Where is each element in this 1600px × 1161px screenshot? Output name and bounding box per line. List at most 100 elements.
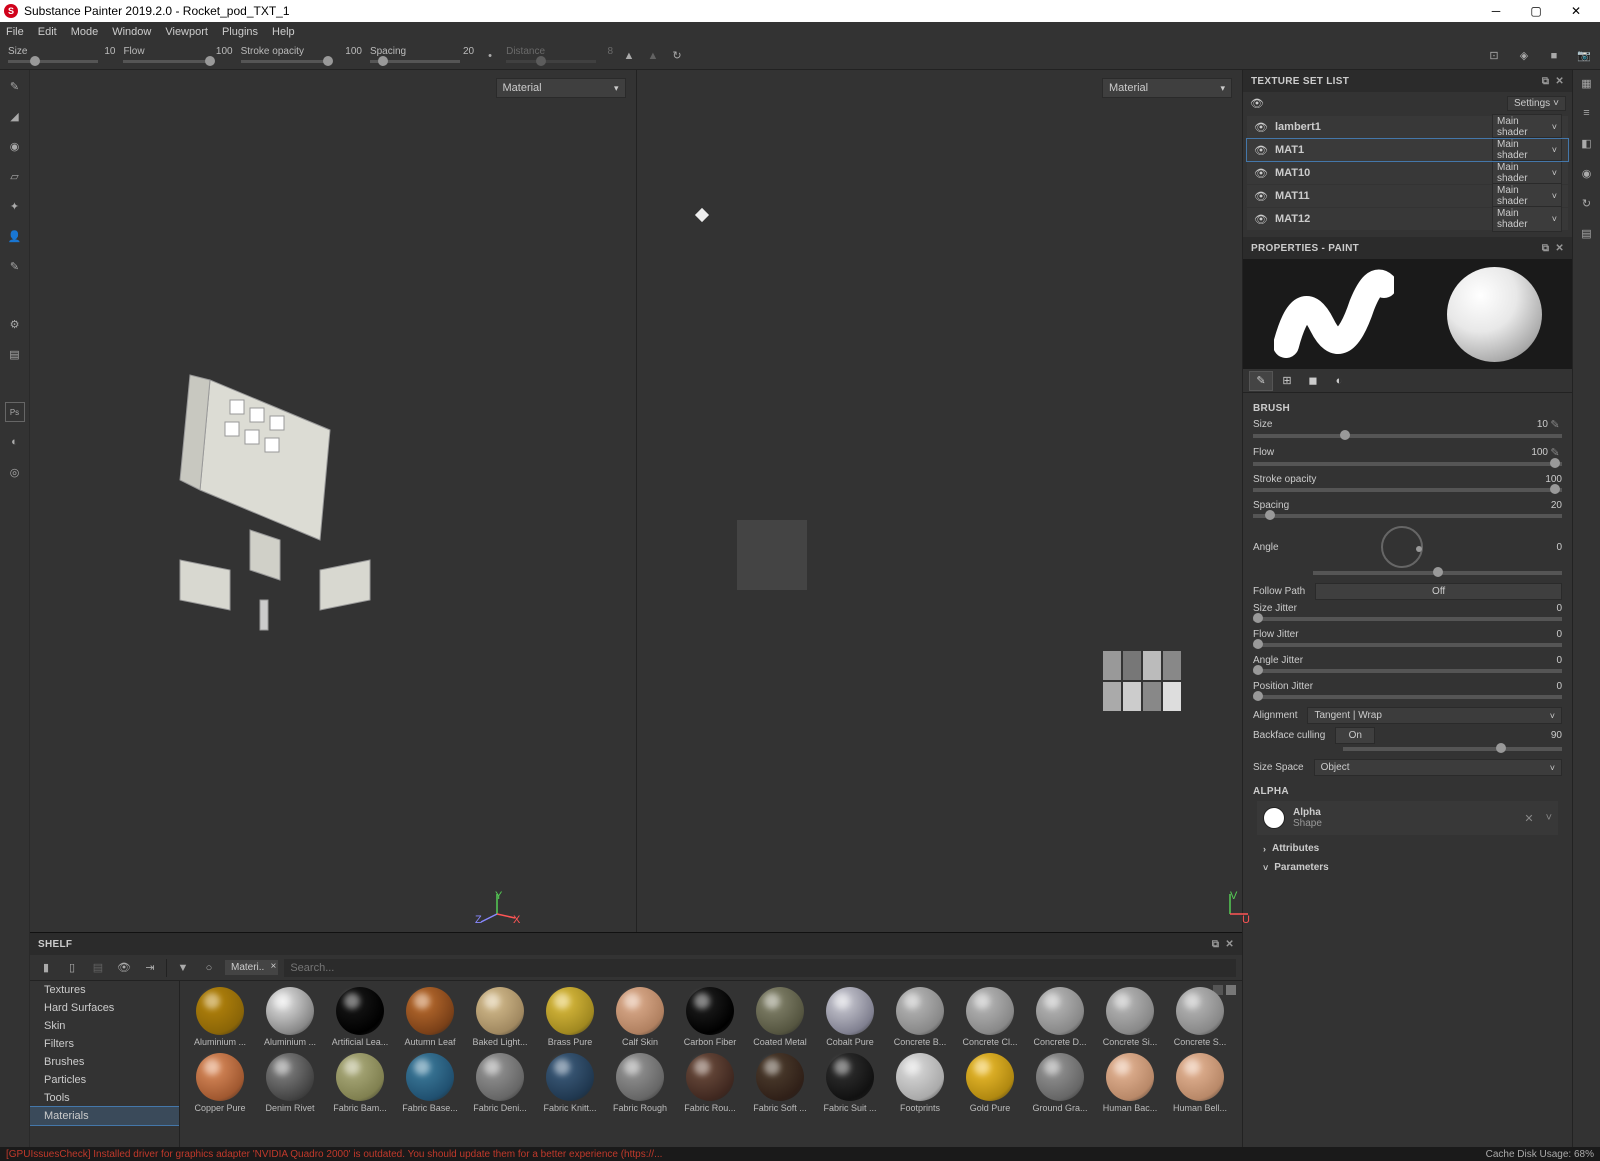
refresh-icon[interactable]: ○ xyxy=(199,958,219,978)
material-item[interactable]: Gold Pure xyxy=(956,1051,1024,1115)
minimize-button[interactable]: ─ xyxy=(1476,0,1516,22)
flow-jitter-slider[interactable] xyxy=(1253,643,1562,647)
material-item[interactable]: Concrete Cl... xyxy=(956,985,1024,1049)
camera-icon[interactable]: ■ xyxy=(1546,48,1562,64)
material-item[interactable]: Concrete B... xyxy=(886,985,954,1049)
bake-icon[interactable]: ▤ xyxy=(5,344,25,364)
shelf-category[interactable]: Tools xyxy=(30,1089,179,1107)
position-jitter-slider[interactable] xyxy=(1253,695,1562,699)
material-item[interactable]: Cobalt Pure xyxy=(816,985,884,1049)
eraser-tool-icon[interactable]: ◢ xyxy=(5,106,25,126)
shelf-close-icon[interactable]: ✕ xyxy=(1225,939,1234,950)
viewport-2d-channel-dropdown[interactable]: Material xyxy=(1102,78,1232,98)
material-item[interactable]: Calf Skin xyxy=(606,985,674,1049)
perspective-icon[interactable]: ⊡ xyxy=(1486,48,1502,64)
material-item[interactable]: Footprints xyxy=(886,1051,954,1115)
material-item[interactable]: Human Bell... xyxy=(1166,1051,1234,1115)
material-item[interactable]: Coated Metal xyxy=(746,985,814,1049)
stencil-tab-icon[interactable]: ◼ xyxy=(1301,371,1325,391)
material-item[interactable]: Fabric Rou... xyxy=(676,1051,744,1115)
props-close-icon[interactable]: ✕ xyxy=(1555,243,1564,254)
backface-slider[interactable] xyxy=(1343,747,1562,751)
clone-tool-icon[interactable]: 👤 xyxy=(5,226,25,246)
tsl-visibility-all-icon[interactable]: 👁 xyxy=(1249,97,1265,110)
alpha-clear-icon[interactable]: ✕ xyxy=(1524,812,1533,825)
chip-close-icon[interactable]: × xyxy=(271,961,277,972)
alignment-dropdown[interactable]: Tangent | Wrap xyxy=(1307,707,1562,724)
brush-tab-icon[interactable]: ✎ xyxy=(1249,371,1273,391)
material-item[interactable]: Aluminium ... xyxy=(186,985,254,1049)
tsl-popout-icon[interactable]: ⧉ xyxy=(1542,76,1549,87)
lazy-mouse-icon[interactable]: ↻ xyxy=(669,48,685,64)
alpha-tab-icon[interactable]: ⊞ xyxy=(1275,371,1299,391)
visibility-icon[interactable]: 👁 xyxy=(1253,190,1269,203)
angle-dial[interactable] xyxy=(1381,526,1423,568)
texture-set-row[interactable]: 👁MAT12Main shader xyxy=(1247,208,1568,230)
angle-jitter-slider[interactable] xyxy=(1253,669,1562,673)
alpha-options-icon[interactable]: ˅ xyxy=(1546,812,1552,824)
size-slider[interactable]: Size10 xyxy=(8,49,115,63)
size-space-dropdown[interactable]: Object xyxy=(1314,759,1562,776)
material-item[interactable]: Carbon Fiber xyxy=(676,985,744,1049)
material-item[interactable]: Concrete D... xyxy=(1026,985,1094,1049)
spacing-slider[interactable]: Spacing20 xyxy=(370,49,474,63)
parameters-collapser[interactable]: ˅Parameters xyxy=(1253,858,1562,877)
material-item[interactable]: Fabric Suit ... xyxy=(816,1051,884,1115)
screenshot-icon[interactable]: 📷 xyxy=(1576,48,1592,64)
filter-chip[interactable]: Materi..× xyxy=(225,960,278,975)
shelf-search-input[interactable] xyxy=(284,959,1236,977)
texture-set-row[interactable]: 👁MAT1Main shader xyxy=(1247,139,1568,161)
filter-icon[interactable]: ▼ xyxy=(173,958,193,978)
backface-toggle[interactable]: On xyxy=(1335,727,1375,744)
shelf-import-icon[interactable]: ⇥ xyxy=(140,958,160,978)
material-item[interactable]: Ground Gra... xyxy=(1026,1051,1094,1115)
material-item[interactable]: Baked Light... xyxy=(466,985,534,1049)
shelf-category[interactable]: Materials xyxy=(30,1107,179,1125)
grid-large-icon[interactable] xyxy=(1226,985,1236,995)
material-item[interactable]: Fabric Soft ... xyxy=(746,1051,814,1115)
material-item[interactable]: Fabric Deni... xyxy=(466,1051,534,1115)
texture-set-row[interactable]: 👁lambert1Main shader xyxy=(1247,116,1568,138)
material-item[interactable]: Artificial Lea... xyxy=(326,985,394,1049)
iray-icon[interactable]: ◐ xyxy=(5,432,25,452)
brush-angle-slider[interactable] xyxy=(1313,571,1562,575)
follow-path-toggle[interactable]: Off xyxy=(1315,583,1562,600)
shelf-category[interactable]: Skin xyxy=(30,1017,179,1035)
paint-tool-icon[interactable]: ✎ xyxy=(5,76,25,96)
visibility-icon[interactable]: 👁 xyxy=(1253,213,1269,226)
brush-flow-slider[interactable] xyxy=(1253,462,1562,466)
smudge-tool-icon[interactable]: ✦ xyxy=(5,196,25,216)
menu-window[interactable]: Window xyxy=(112,26,151,38)
visibility-icon[interactable]: 👁 xyxy=(1253,121,1269,134)
shelf-hide-icon[interactable]: 👁 xyxy=(114,958,134,978)
log-icon[interactable]: ▤ xyxy=(1578,224,1596,242)
material-item[interactable]: Brass Pure xyxy=(536,985,604,1049)
tsl-settings-dropdown[interactable]: Settings˅ xyxy=(1507,96,1566,111)
tsl-close-icon[interactable]: ✕ xyxy=(1555,76,1564,87)
material-item[interactable]: Human Bac... xyxy=(1096,1051,1164,1115)
material-tab-icon[interactable]: ◐ xyxy=(1327,371,1351,391)
menu-file[interactable]: File xyxy=(6,26,24,38)
symmetry-icon[interactable]: ▲ xyxy=(621,48,637,64)
shelf-category[interactable]: Hard Surfaces xyxy=(30,999,179,1017)
shelf-category[interactable]: Textures xyxy=(30,981,179,999)
visibility-icon[interactable]: 👁 xyxy=(1253,167,1269,180)
cube-icon[interactable]: ◈ xyxy=(1516,48,1532,64)
texture-set-icon[interactable]: ▦ xyxy=(1578,74,1596,92)
attributes-collapser[interactable]: ›Attributes xyxy=(1253,839,1562,858)
material-item[interactable]: Copper Pure xyxy=(186,1051,254,1115)
new-shelf-icon[interactable]: ▯ xyxy=(62,958,82,978)
material-item[interactable]: Fabric Bam... xyxy=(326,1051,394,1115)
viewport-3d[interactable]: Material xyxy=(30,70,637,932)
brush-stroke-slider[interactable] xyxy=(1253,488,1562,492)
material-item[interactable]: Fabric Rough xyxy=(606,1051,674,1115)
maximize-button[interactable]: ▢ xyxy=(1516,0,1556,22)
material-item[interactable]: Fabric Base... xyxy=(396,1051,464,1115)
polygon-fill-tool-icon[interactable]: ▱ xyxy=(5,166,25,186)
gear-icon[interactable]: ⚙ xyxy=(5,314,25,334)
render-icon[interactable]: ◎ xyxy=(5,462,25,482)
material-item[interactable]: Autumn Leaf xyxy=(396,985,464,1049)
menu-help[interactable]: Help xyxy=(272,26,295,38)
menu-mode[interactable]: Mode xyxy=(71,26,99,38)
shelf-category[interactable]: Brushes xyxy=(30,1053,179,1071)
